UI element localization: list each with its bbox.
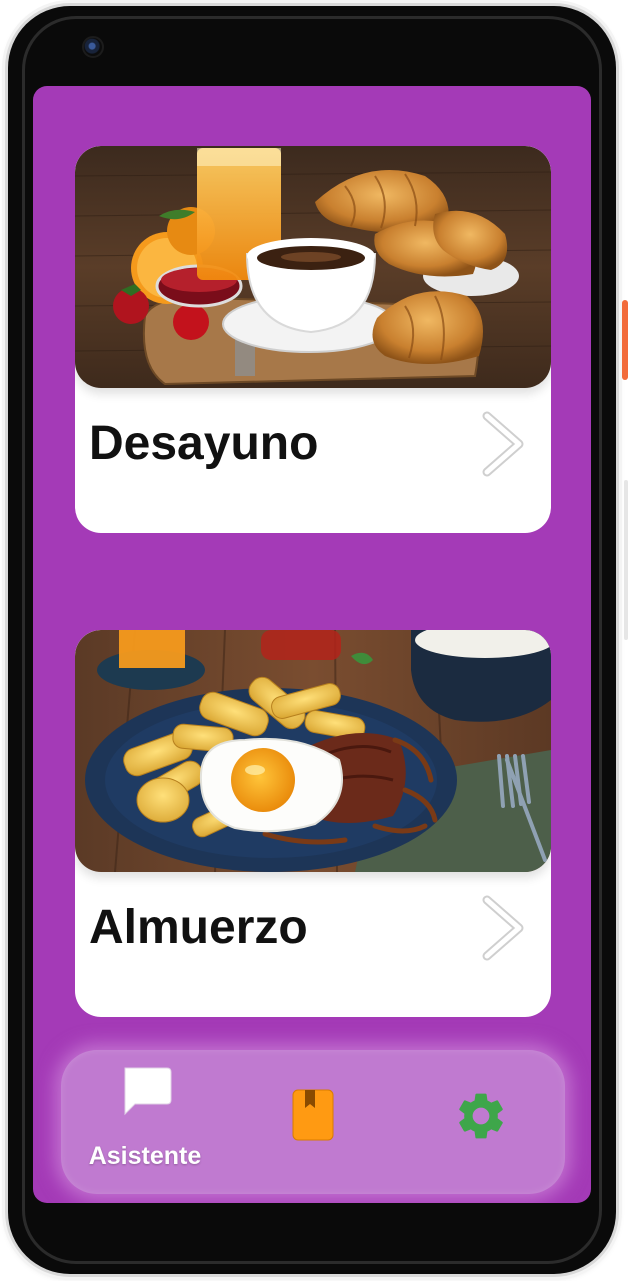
chevron-right-icon	[482, 895, 524, 961]
app-screen: Desayuno Almuerzo Asistente	[33, 86, 591, 1203]
bottom-navigation-bar: Asistente	[61, 1050, 565, 1194]
front-camera	[82, 36, 104, 58]
meal-card-title: Desayuno	[89, 417, 319, 470]
chat-bubble-icon	[124, 1067, 172, 1116]
volume-button	[624, 480, 628, 640]
breakfast-photo	[75, 146, 551, 388]
nav-label-assistant: Asistente	[88, 1142, 202, 1170]
power-button	[622, 300, 628, 380]
meal-card-breakfast[interactable]: Desayuno	[75, 146, 551, 533]
nav-item-recipes[interactable]	[229, 1050, 397, 1194]
gear-icon	[459, 1093, 503, 1139]
nav-item-assistant[interactable]: Asistente	[61, 1050, 229, 1194]
breakfast-illustration	[75, 146, 551, 388]
lunch-illustration	[75, 630, 551, 872]
chevron-right-icon	[482, 411, 524, 477]
meal-card-lunch[interactable]: Almuerzo	[75, 630, 551, 1017]
book-icon	[292, 1089, 334, 1141]
nav-item-settings[interactable]	[397, 1050, 565, 1194]
lunch-photo	[75, 630, 551, 872]
meal-card-title: Almuerzo	[89, 901, 308, 954]
